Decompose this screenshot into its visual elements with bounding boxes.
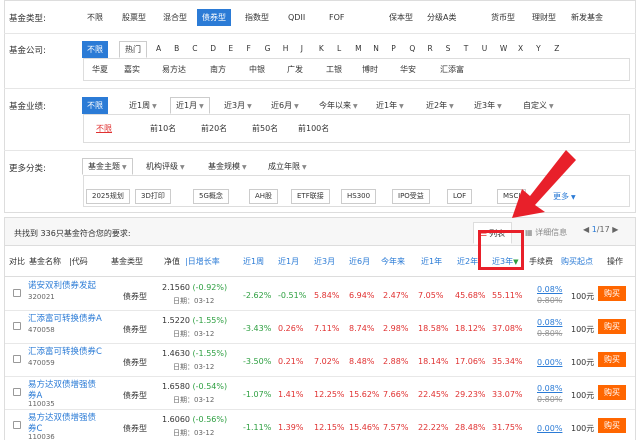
pointer-arrow	[512, 150, 576, 218]
